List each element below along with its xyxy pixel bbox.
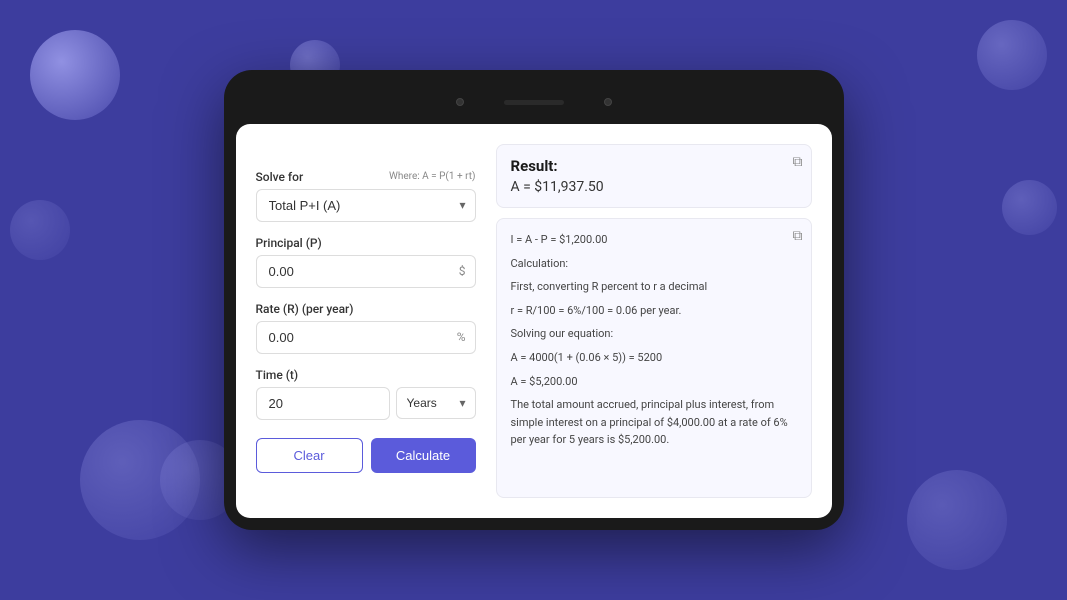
result-panel: Result: A = $11,937.50 ⧉ ⧉ I = A - P = $… — [496, 144, 812, 498]
time-input[interactable] — [256, 387, 390, 420]
tablet-top-bar — [236, 88, 832, 116]
rate-unit: % — [457, 330, 466, 344]
detail-line6: Solving our equation: — [511, 325, 797, 343]
detail-line8: A = $5,200.00 — [511, 373, 797, 391]
principal-input[interactable] — [256, 255, 476, 288]
result-main-box: Result: A = $11,937.50 ⧉ — [496, 144, 812, 208]
solve-for-select-wrapper[interactable]: Total P+I (A) Principal (P) Rate (R) Tim… — [256, 189, 476, 222]
principal-input-wrapper: $ — [256, 255, 476, 288]
rate-label: Rate (R) (per year) — [256, 302, 476, 316]
calculate-button[interactable]: Calculate — [371, 438, 476, 473]
time-input-wrapper — [256, 387, 390, 420]
tablet-camera-right — [604, 98, 612, 106]
detail-line3: First, converting R percent to r a decim… — [511, 278, 797, 296]
rate-input-wrapper: % — [256, 321, 476, 354]
copy-detail-button[interactable]: ⧉ — [793, 227, 803, 244]
solve-for-header: Solve for Where: A = P(1 + rt) — [256, 170, 476, 184]
detail-line2: Calculation: — [511, 255, 797, 273]
result-value: A = $11,937.50 — [511, 179, 797, 195]
detail-line7: A = 4000(1 + (0.06 × 5)) = 5200 — [511, 349, 797, 367]
time-field: Time (t) Years Months Days ▾ — [256, 368, 476, 420]
tablet-screen: Solve for Where: A = P(1 + rt) Total P+I… — [236, 124, 832, 518]
copy-result-button[interactable]: ⧉ — [793, 153, 803, 170]
time-row: Years Months Days ▾ — [256, 387, 476, 420]
time-unit-select[interactable]: Years Months Days — [396, 387, 476, 419]
solve-for-formula: Where: A = P(1 + rt) — [389, 171, 476, 182]
button-row: Clear Calculate — [256, 438, 476, 473]
time-unit-select-wrapper[interactable]: Years Months Days ▾ — [396, 387, 476, 420]
tablet-speaker — [504, 100, 564, 105]
solve-for-field: Solve for Where: A = P(1 + rt) Total P+I… — [256, 170, 476, 222]
principal-label: Principal (P) — [256, 236, 476, 250]
tablet-camera — [456, 98, 464, 106]
solve-for-select[interactable]: Total P+I (A) Principal (P) Rate (R) Tim… — [256, 189, 476, 222]
detail-line4: r = R/100 = 6%/100 = 0.06 per year. — [511, 302, 797, 320]
rate-field: Rate (R) (per year) % — [256, 302, 476, 354]
detail-line1: I = A - P = $1,200.00 — [511, 231, 797, 249]
detail-line10: The total amount accrued, principal plus… — [511, 396, 797, 449]
calculator-panel: Solve for Where: A = P(1 + rt) Total P+I… — [256, 170, 476, 473]
result-detail-text: I = A - P = $1,200.00 Calculation: First… — [511, 231, 797, 449]
time-label: Time (t) — [256, 368, 476, 382]
result-title: Result: — [511, 157, 797, 175]
principal-unit: $ — [459, 264, 466, 278]
tablet-frame: Solve for Where: A = P(1 + rt) Total P+I… — [224, 70, 844, 530]
clear-button[interactable]: Clear — [256, 438, 363, 473]
solve-for-label: Solve for — [256, 170, 304, 184]
rate-input[interactable] — [256, 321, 476, 354]
result-detail-box: ⧉ I = A - P = $1,200.00 Calculation: Fir… — [496, 218, 812, 498]
principal-field: Principal (P) $ — [256, 236, 476, 288]
